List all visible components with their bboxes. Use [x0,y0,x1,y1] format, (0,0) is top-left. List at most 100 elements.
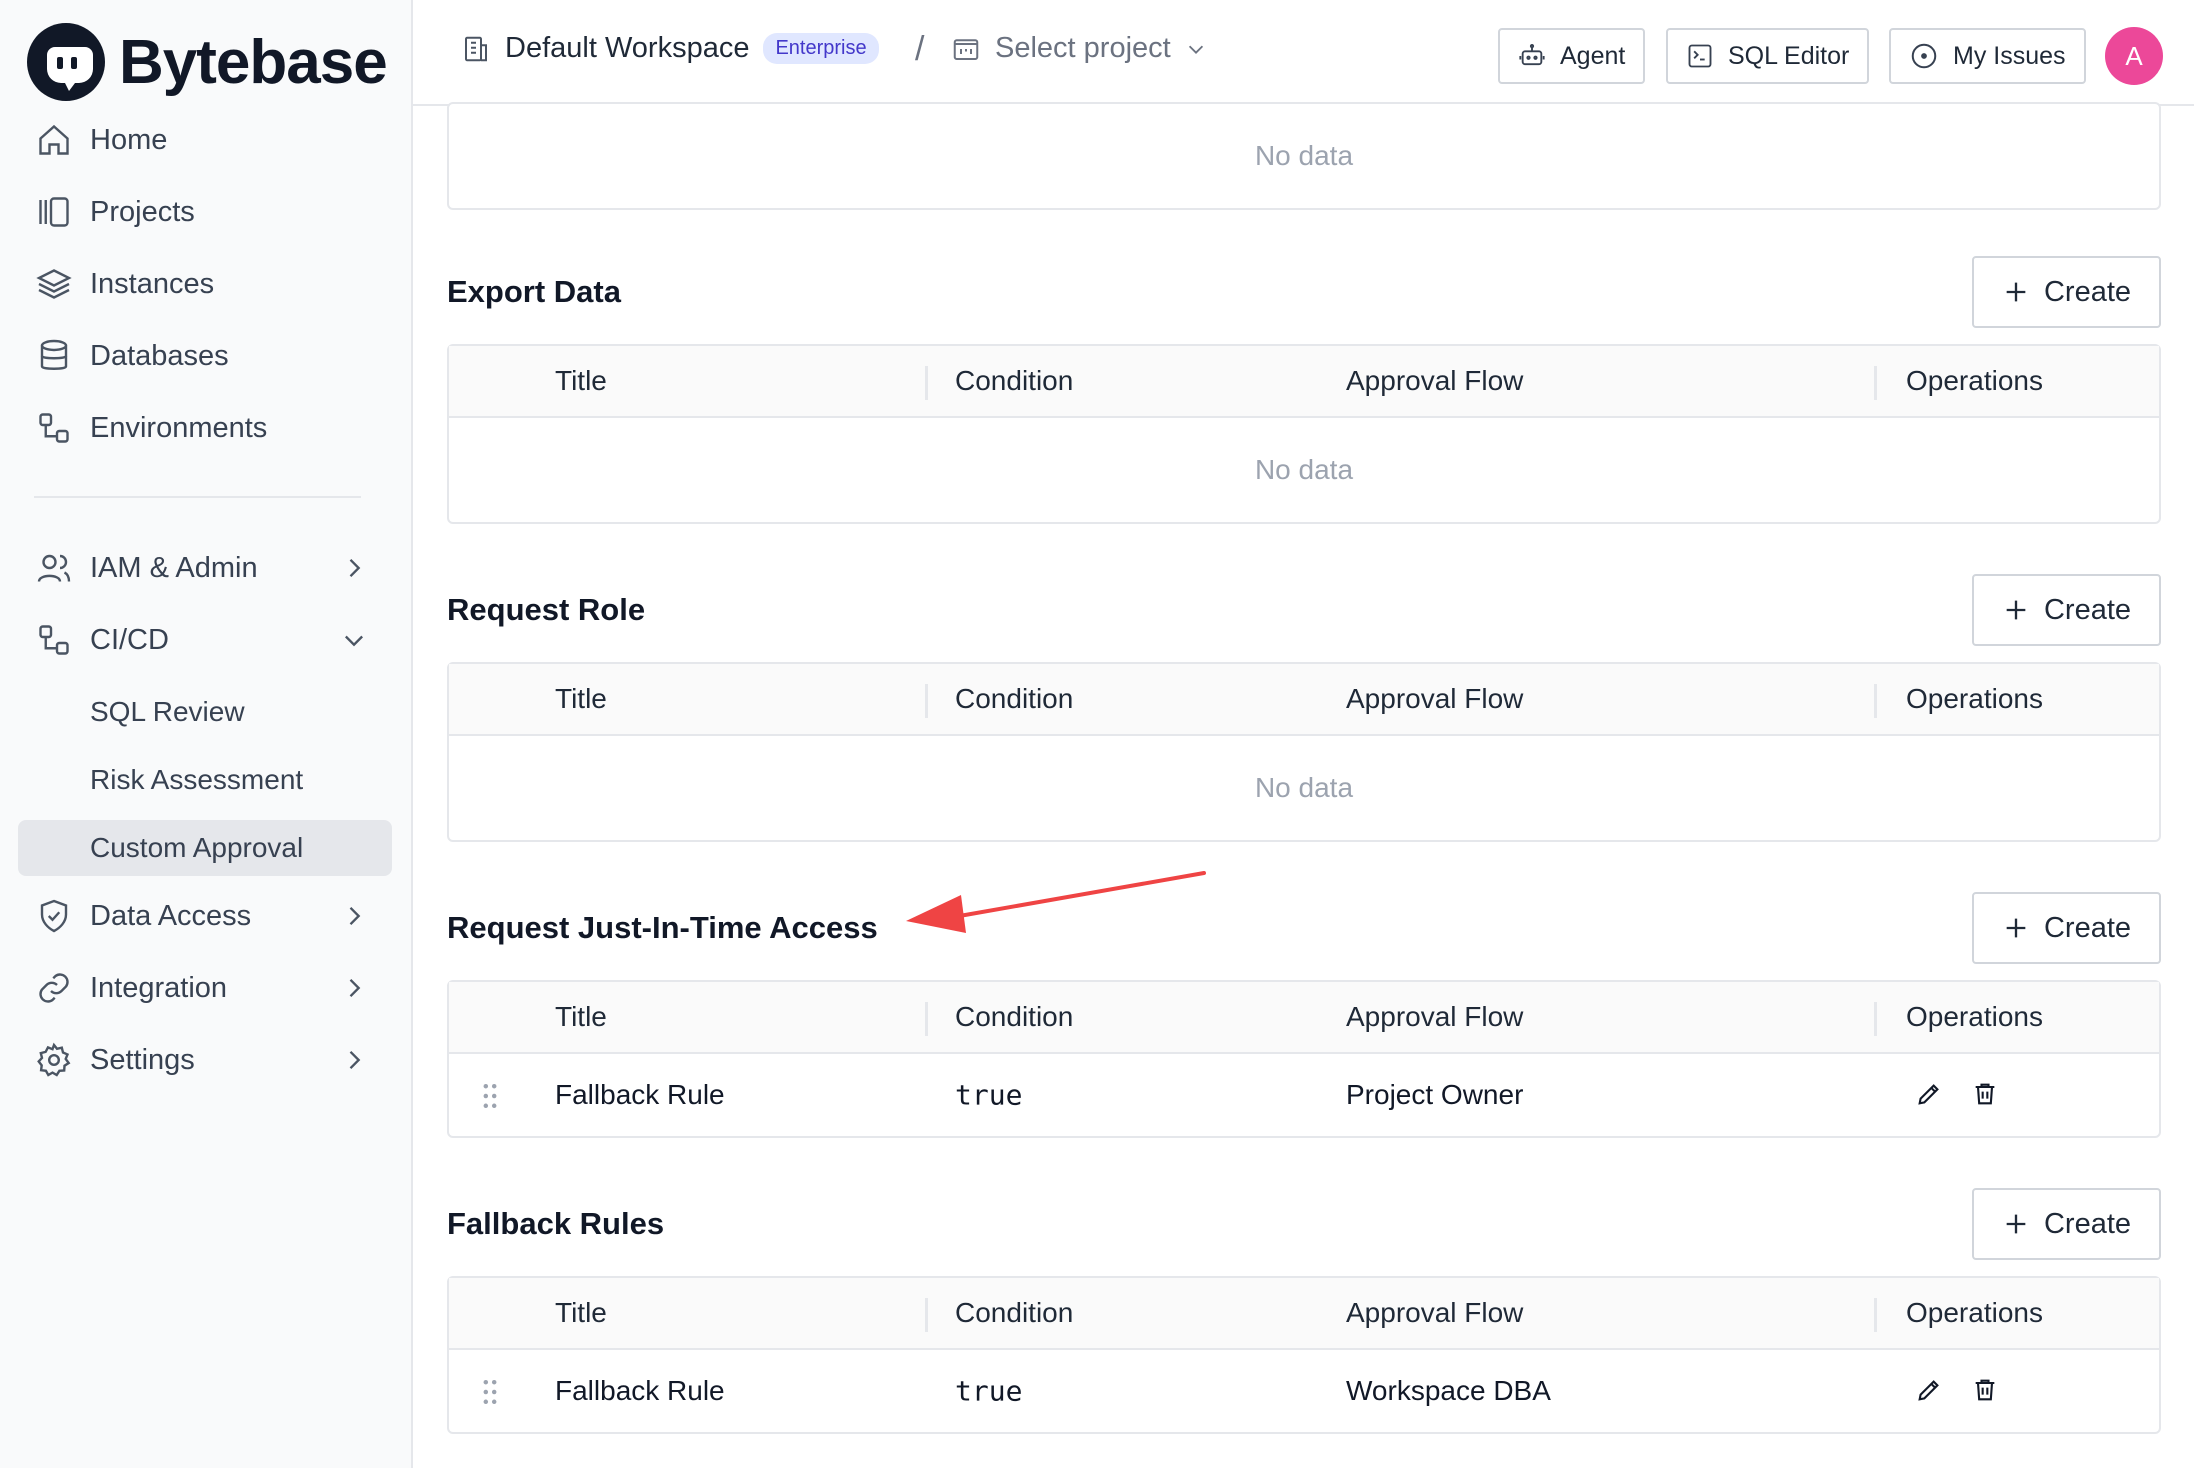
cell-title: Fallback Rule [555,1079,725,1110]
sidebar-nav: Home Projects Instances Databases Enviro… [18,112,392,1104]
table-request-role: Title Condition Approval Flow Operations… [447,662,2161,842]
column-title: Title [555,1001,607,1032]
brand-name: Bytebase [119,27,388,97]
empty-state: No data [1254,772,1354,803]
column-separator[interactable] [1874,1298,1877,1332]
column-title: Title [555,1297,607,1328]
sidebar-item-label: CI/CD [90,623,169,656]
edit-icon[interactable] [1915,1376,1943,1404]
sidebar-subitem-label: Custom Approval [90,832,304,863]
create-button-request-jit-access[interactable]: Create [1972,892,2161,964]
create-button-label: Create [2043,593,2132,626]
section-title-fallback-rules: Fallback Rules [447,1206,665,1241]
create-button-request-role[interactable]: Create [1972,574,2161,646]
sidebar-item-iam-admin[interactable]: IAM & Admin [18,540,392,596]
create-button-fallback-rules[interactable]: Create [1972,1188,2161,1260]
plus-icon [2006,282,2026,302]
sidebar-item-cicd[interactable]: CI/CD [18,612,392,668]
sidebar-subitem-custom-approval[interactable]: Custom Approval [18,820,392,876]
column-title: Title [555,683,607,714]
create-button-export-data[interactable]: Create [1972,256,2161,328]
trash-icon[interactable] [1971,1080,1999,1108]
agent-button[interactable]: Agent [1498,28,1646,84]
table-header: Title Condition Approval Flow Operations [449,1278,2159,1350]
sidebar-item-databases[interactable]: Databases [18,328,392,384]
sidebar-item-label: Instances [90,267,215,300]
main-content: No data Export Data Create Title Conditi… [413,102,2194,1468]
drag-handle-icon[interactable] [481,1082,499,1110]
sidebar-subitem-risk-assessment[interactable]: Risk Assessment [18,752,392,808]
sql-editor-button[interactable]: SQL Editor [1666,28,1870,84]
column-operations: Operations [1906,365,2043,396]
logo[interactable]: Bytebase [27,22,388,102]
project-icon [953,38,979,60]
empty-state: No data [1254,454,1354,485]
sidebar-item-label: Projects [90,195,195,228]
sidebar-subitem-sql-review[interactable]: SQL Review [18,684,392,740]
sidebar-item-data-access[interactable]: Data Access [18,888,392,944]
home-icon [34,120,74,160]
user-avatar[interactable]: A [2105,27,2163,85]
table-fallback-rules: Title Condition Approval Flow Operations… [447,1276,2161,1434]
plus-icon [2006,600,2026,620]
project-placeholder: Select project [995,32,1171,64]
table-header: Title Condition Approval Flow Operations [449,664,2159,736]
bytebase-logo-icon [27,23,105,101]
my-issues-button[interactable]: My Issues [1889,28,2086,84]
drag-handle-icon[interactable] [481,1378,499,1406]
empty-state: No data [1254,140,1354,171]
sidebar-item-label: Integration [90,971,228,1004]
column-separator[interactable] [1874,1002,1877,1036]
sidebar-item-label: Databases [90,339,229,372]
sidebar-item-home[interactable]: Home [18,112,392,168]
table-header: Title Condition Approval Flow Operations [449,982,2159,1054]
table-export-data: Title Condition Approval Flow Operations… [447,344,2161,524]
table-row: Fallback Rule true Project Owner [449,1054,2159,1136]
create-button-label: Create [2043,911,2132,944]
sidebar-item-label: Environments [90,411,268,444]
project-selector[interactable]: Select project [951,32,1207,65]
column-operations: Operations [1906,683,2043,714]
sidebar-item-integration[interactable]: Integration [18,960,392,1016]
plus-icon [2006,1214,2026,1234]
sidebar-item-label: Data Access [90,899,252,932]
column-separator[interactable] [925,1002,928,1036]
sidebar-item-instances[interactable]: Instances [18,256,392,312]
column-separator[interactable] [925,366,928,400]
chevron-right-icon [349,979,361,997]
column-separator[interactable] [1874,366,1877,400]
chevron-right-icon [349,1051,361,1069]
breadcrumb-separator: / [915,30,925,68]
trash-icon[interactable] [1971,1376,1999,1404]
sidebar-item-projects[interactable]: Projects [18,184,392,240]
sql-editor-button-label: SQL Editor [1728,41,1850,70]
edit-icon[interactable] [1915,1080,1943,1108]
link-icon [34,968,74,1008]
workspace-switcher[interactable]: Default Workspace Enterprise [461,32,879,65]
column-condition: Condition [955,1001,1074,1032]
circle-dot-icon [1911,43,1937,69]
previous-section-table: No data [447,102,2161,210]
column-approval-flow: Approval Flow [1346,1297,1524,1328]
shield-icon [34,896,74,936]
table-request-jit-access: Title Condition Approval Flow Operations… [447,980,2161,1138]
users-icon [34,548,74,588]
sidebar-item-environments[interactable]: Environments [18,400,392,456]
sidebar: Bytebase Home Projects Instances Databas… [0,0,413,1468]
my-issues-button-label: My Issues [1953,41,2066,70]
table-row: Fallback Rule true Workspace DBA [449,1350,2159,1432]
create-button-label: Create [2043,275,2132,308]
top-header: Default Workspace Enterprise / Select pr… [413,0,2194,106]
sidebar-divider [34,496,361,498]
layers-icon [34,264,74,304]
section-title-export-data: Export Data [447,274,621,309]
sidebar-item-settings[interactable]: Settings [18,1032,392,1088]
section-title-request-jit-access: Request Just-In-Time Access [447,910,878,945]
bot-icon [1519,43,1545,66]
column-approval-flow: Approval Flow [1346,1001,1524,1032]
column-separator[interactable] [925,1298,928,1332]
column-approval-flow: Approval Flow [1346,365,1524,396]
column-separator[interactable] [1874,684,1877,718]
column-separator[interactable] [925,684,928,718]
cell-condition: true [955,1374,1023,1408]
